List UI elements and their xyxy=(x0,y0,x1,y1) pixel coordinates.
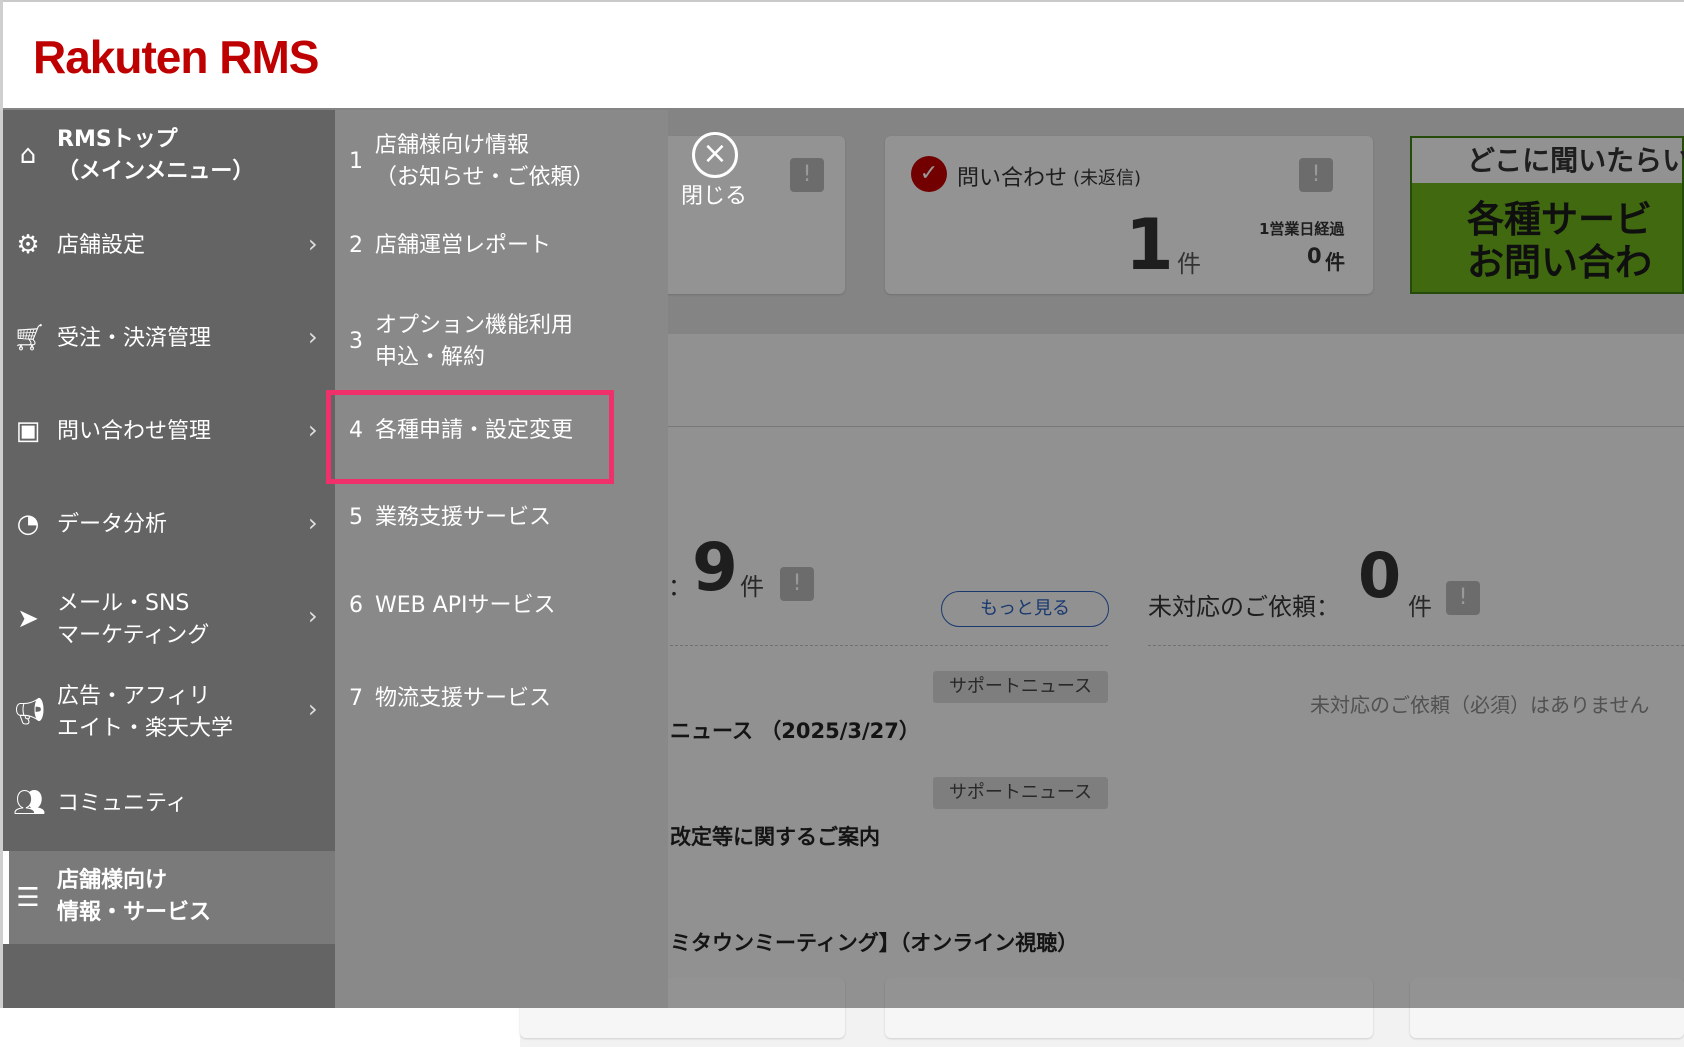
chat-icon: ▣ xyxy=(15,416,41,446)
sidebar-item-community[interactable]: 👥︎ コミュニティ xyxy=(3,758,335,851)
sidebar-item-label: コミュニティ xyxy=(57,791,188,816)
submenu-item-label: 物流支援サービス xyxy=(375,686,552,711)
sidebar: ⌂ RMSトップ （メインメニュー） ⚙ 店舗設定 › 🛒︎ 受注・決済管理 ›… xyxy=(3,110,335,1008)
submenu-item-report[interactable]: 2 店舗運営レポート xyxy=(335,210,668,280)
paper-plane-icon: ➤ xyxy=(17,604,39,634)
cart-icon: 🛒︎ xyxy=(13,323,47,353)
submenu-item-label: 業務支援サービス xyxy=(375,505,552,530)
submenu-item-number: 3 xyxy=(349,329,363,354)
submenu-item-web-api[interactable]: 6 WEB APIサービス xyxy=(335,570,668,640)
sidebar-item-label: データ分析 xyxy=(57,512,168,537)
logo-text: Rakuten RMS xyxy=(33,31,319,83)
submenu-item-options[interactable]: 3 オプション機能利用 申込・解約 xyxy=(335,300,668,380)
gear-icon: ⚙ xyxy=(16,230,40,260)
submenu-item-number: 2 xyxy=(349,233,363,258)
sidebar-item-orders[interactable]: 🛒︎ 受注・決済管理 › xyxy=(3,293,335,386)
sidebar-item-label: メール・SNS マーケティング xyxy=(57,591,210,648)
sidebar-item-rms-top[interactable]: ⌂ RMSトップ （メインメニュー） xyxy=(3,110,335,200)
submenu-item-number: 6 xyxy=(349,593,363,618)
submenu: 1 店舗様向け情報 （お知らせ・ご依頼） 2 店舗運営レポート 3 オプション機… xyxy=(335,110,668,1008)
sidebar-item-label: 受注・決済管理 xyxy=(57,326,212,351)
chevron-right-icon: › xyxy=(308,602,318,630)
sidebar-item-store-settings[interactable]: ⚙ 店舗設定 › xyxy=(3,200,335,293)
chevron-right-icon: › xyxy=(308,416,318,444)
submenu-item-logistics[interactable]: 7 物流支援サービス xyxy=(335,663,668,733)
chevron-right-icon: › xyxy=(308,695,318,723)
submenu-item-number: 5 xyxy=(349,505,363,530)
submenu-item-label: 店舗運営レポート xyxy=(375,233,552,258)
submenu-item-business-support[interactable]: 5 業務支援サービス xyxy=(335,480,668,550)
highlight-box xyxy=(326,390,614,484)
submenu-item-number: 1 xyxy=(349,149,363,174)
submenu-item-label: WEB APIサービス xyxy=(375,593,556,618)
sidebar-item-ads[interactable]: 📢︎ 広告・アフィリ エイト・楽天大学 › xyxy=(3,665,335,758)
close-label[interactable]: 閉じる xyxy=(681,178,747,210)
pie-chart-icon: ◔ xyxy=(16,509,40,539)
chevron-right-icon: › xyxy=(308,509,318,537)
sidebar-item-marketing[interactable]: ➤ メール・SNS マーケティング › xyxy=(3,572,335,665)
submenu-item-number: 7 xyxy=(349,686,363,711)
submenu-item-label: 店舗様向け情報 （お知らせ・ご依頼） xyxy=(375,133,595,190)
sidebar-item-label: 広告・アフィリ エイト・楽天大学 xyxy=(57,684,234,741)
close-icon[interactable]: × xyxy=(692,132,738,178)
sidebar-item-label: 問い合わせ管理 xyxy=(57,419,212,444)
sidebar-item-store-info[interactable]: ☰ 店舗様向け 情報・サービス xyxy=(3,851,335,944)
sidebar-item-analytics[interactable]: ◔ データ分析 › xyxy=(3,479,335,572)
sidebar-item-label: 店舗設定 xyxy=(57,233,146,258)
submenu-item-label: オプション機能利用 申込・解約 xyxy=(375,313,574,370)
people-icon: 👥︎ xyxy=(13,788,47,818)
megaphone-icon: 📢︎ xyxy=(13,697,47,727)
sidebar-item-label: 店舗様向け 情報・サービス xyxy=(57,868,212,925)
home-icon: ⌂ xyxy=(19,140,37,170)
chevron-right-icon: › xyxy=(308,230,318,258)
list-icon: ☰ xyxy=(16,883,40,913)
submenu-item-store-info[interactable]: 1 店舗様向け情報 （お知らせ・ご依頼） xyxy=(335,120,668,200)
header: Rakuten RMS xyxy=(0,2,1684,108)
sidebar-item-inquiries[interactable]: ▣ 問い合わせ管理 › xyxy=(3,386,335,479)
sidebar-item-label: RMSトップ （メインメニュー） xyxy=(57,127,255,184)
chevron-right-icon: › xyxy=(308,323,318,351)
